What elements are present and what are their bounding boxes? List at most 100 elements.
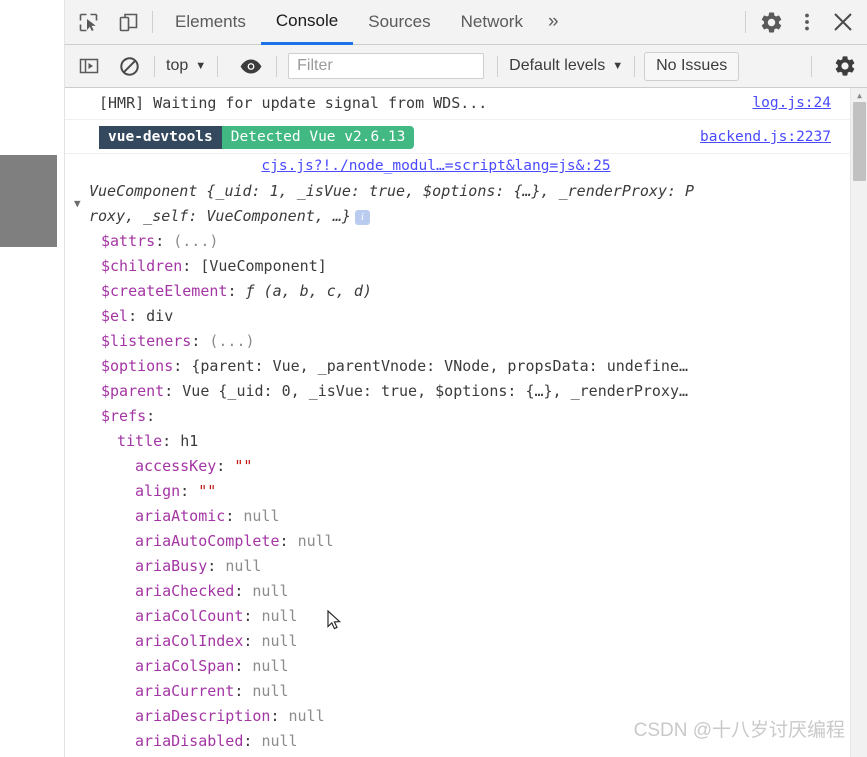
sidebar-toggle-icon[interactable] bbox=[73, 50, 105, 82]
inspect-element-icon[interactable] bbox=[71, 5, 105, 39]
object-property-separator: : bbox=[234, 682, 253, 700]
console-message-hmr[interactable]: [HMR] Waiting for update signal from WDS… bbox=[65, 88, 867, 120]
object-property-row[interactable]: ariaCurrent: null bbox=[65, 679, 867, 704]
chevron-down-icon-levels: ▼ bbox=[612, 60, 624, 72]
object-property-key: $attrs bbox=[101, 232, 156, 250]
object-property-row[interactable]: $listeners: (...) bbox=[65, 329, 867, 354]
object-property-key: $listeners bbox=[101, 332, 192, 350]
object-property-row[interactable]: ariaDisabled: null bbox=[65, 729, 867, 754]
object-property-value: ƒ (a, b, c, d) bbox=[245, 282, 372, 300]
object-property-separator: : bbox=[180, 482, 199, 500]
object-property-separator: : bbox=[227, 282, 246, 300]
object-property-row[interactable]: ▶$options: {parent: Vue, _parentVnode: V… bbox=[65, 354, 867, 379]
more-tabs-label: » bbox=[547, 11, 559, 32]
scrollbar-up-arrow-icon[interactable]: ▲ bbox=[851, 88, 867, 102]
object-property-row[interactable]: $attrs: (...) bbox=[65, 229, 867, 254]
close-icon[interactable] bbox=[825, 4, 861, 40]
three-dots-vertical-icon[interactable] bbox=[789, 4, 825, 40]
object-property-row[interactable]: ariaColCount: null bbox=[65, 604, 867, 629]
object-property-separator: : bbox=[279, 532, 298, 550]
object-property-row[interactable]: ariaAutoComplete: null bbox=[65, 529, 867, 554]
object-property-row[interactable]: ariaColIndex: null bbox=[65, 629, 867, 654]
scrollbar-thumb[interactable] bbox=[853, 102, 866, 181]
object-property-row[interactable]: ▼$refs: bbox=[65, 404, 867, 429]
info-icon[interactable]: i bbox=[354, 210, 370, 225]
console-object-dump[interactable]: cjs.js?!./node_modul…=script&lang=js&:25… bbox=[65, 154, 867, 754]
tab-network-label: Network bbox=[460, 12, 523, 31]
object-property-row[interactable]: ▶$children: [VueComponent] bbox=[65, 254, 867, 279]
console-message-vue-devtools-source[interactable]: backend.js:2237 bbox=[700, 125, 831, 150]
object-property-value: null bbox=[225, 557, 262, 575]
object-property-separator: : bbox=[216, 457, 235, 475]
object-property-row[interactable]: ariaChecked: null bbox=[65, 579, 867, 604]
object-property-value: null bbox=[243, 507, 280, 525]
object-property-key: $options bbox=[101, 357, 174, 375]
console-scrollbar[interactable]: ▲ bbox=[850, 88, 867, 757]
toolbar-divider-2 bbox=[217, 55, 219, 77]
tab-network[interactable]: Network bbox=[446, 0, 538, 45]
filter-input[interactable]: Filter bbox=[288, 53, 485, 79]
object-property-key: ariaColCount bbox=[135, 607, 244, 625]
toolbar-divider-4 bbox=[497, 55, 499, 77]
no-issues-button[interactable]: No Issues bbox=[644, 51, 740, 81]
object-property-row[interactable]: ariaDescription: null bbox=[65, 704, 867, 729]
console-message-hmr-text: [HMR] Waiting for update signal from WDS… bbox=[99, 94, 488, 112]
object-property-separator: : bbox=[162, 432, 181, 450]
tab-sources[interactable]: Sources bbox=[353, 0, 445, 45]
tab-elements[interactable]: Elements bbox=[160, 0, 261, 45]
console-messages-area[interactable]: [HMR] Waiting for update signal from WDS… bbox=[65, 88, 867, 757]
object-property-value: null bbox=[297, 532, 334, 550]
console-settings-gear-icon[interactable] bbox=[829, 50, 861, 82]
console-message-vue-devtools[interactable]: vue-devtools Detected Vue v2.6.13 backen… bbox=[65, 120, 867, 154]
object-property-row[interactable]: accessKey: "" bbox=[65, 454, 867, 479]
object-property-row[interactable]: ▶$createElement: ƒ (a, b, c, d) bbox=[65, 279, 867, 304]
filter-placeholder: Filter bbox=[297, 57, 333, 74]
object-property-value: null bbox=[252, 657, 289, 675]
object-property-row[interactable]: ariaBusy: null bbox=[65, 554, 867, 579]
object-property-separator: : bbox=[270, 707, 289, 725]
object-property-value: null bbox=[288, 707, 325, 725]
object-property-key: accessKey bbox=[135, 457, 217, 475]
object-property-separator: : bbox=[128, 307, 147, 325]
object-property-separator: : bbox=[243, 632, 262, 650]
object-property-value: Vue {_uid: 0, _isVue: true, $options: {…… bbox=[182, 382, 689, 400]
device-toolbar-icon[interactable] bbox=[111, 5, 145, 39]
clear-console-icon[interactable] bbox=[113, 50, 145, 82]
object-property-row[interactable]: ▼title: h1 bbox=[65, 429, 867, 454]
more-tabs-button[interactable]: » bbox=[538, 0, 569, 45]
object-property-row[interactable]: ariaColSpan: null bbox=[65, 654, 867, 679]
page-gray-block bbox=[0, 155, 57, 247]
object-property-separator: : bbox=[155, 232, 174, 250]
tabbar-actions-divider bbox=[745, 11, 746, 33]
gear-icon[interactable] bbox=[753, 4, 789, 40]
object-property-row[interactable]: align: "" bbox=[65, 479, 867, 504]
expand-arrow-icon[interactable]: ▼ bbox=[74, 191, 81, 216]
object-property-value: null bbox=[261, 732, 298, 750]
tabbar-divider bbox=[152, 11, 153, 33]
console-message-hmr-source[interactable]: log.js:24 bbox=[752, 91, 831, 116]
object-property-key: ariaBusy bbox=[135, 557, 208, 575]
object-property-row[interactable]: ariaAtomic: null bbox=[65, 504, 867, 529]
object-dump-source[interactable]: cjs.js?!./node_modul…=script&lang=js&:25 bbox=[65, 154, 867, 179]
object-dump-header[interactable]: ▼ VueComponent {_uid: 1, _isVue: true, $… bbox=[65, 179, 867, 229]
object-property-separator: : bbox=[182, 257, 201, 275]
object-property-row[interactable]: ▶$parent: Vue {_uid: 0, _isVue: true, $o… bbox=[65, 379, 867, 404]
execution-context-selector[interactable]: top ▼ bbox=[164, 55, 208, 77]
object-property-value: "" bbox=[234, 457, 253, 475]
object-property-key: ariaDisabled bbox=[135, 732, 244, 750]
object-property-row[interactable]: ▶$el: div bbox=[65, 304, 867, 329]
live-expression-eye-icon[interactable] bbox=[235, 50, 267, 82]
object-property-value: null bbox=[261, 632, 298, 650]
object-property-key: ariaColSpan bbox=[135, 657, 235, 675]
object-property-key: $parent bbox=[101, 382, 165, 400]
object-property-separator: : bbox=[146, 407, 156, 425]
object-property-value: null bbox=[261, 607, 298, 625]
tab-console[interactable]: Console bbox=[260, 0, 354, 45]
log-levels-selector[interactable]: Default levels ▼ bbox=[507, 55, 625, 77]
object-property-key: ariaCurrent bbox=[135, 682, 235, 700]
toolbar-divider-3 bbox=[276, 55, 278, 77]
object-property-value: {parent: Vue, _parentVnode: VNode, props… bbox=[191, 357, 689, 375]
vue-devtools-badge: vue-devtools Detected Vue v2.6.13 bbox=[99, 126, 415, 149]
toolbar-divider-1 bbox=[154, 55, 155, 77]
object-property-key: title bbox=[117, 432, 163, 450]
